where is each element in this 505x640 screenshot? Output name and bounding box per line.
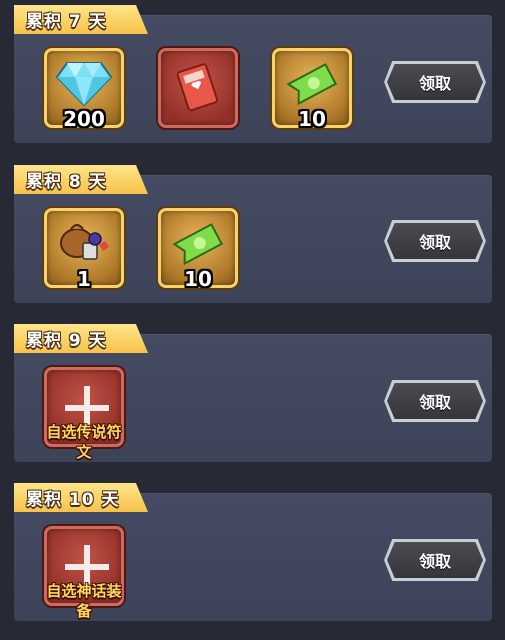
reward-title-tab: 累积 9 天 <box>14 324 148 353</box>
reward-item-diamond[interactable]: 200 <box>44 48 124 131</box>
reward-item-select-mythic-gear[interactable]: 自选神话装备 <box>44 526 124 620</box>
item-quantity: 200 <box>63 107 105 131</box>
item-select-label: 自选神话装备 <box>46 582 122 620</box>
claim-button[interactable]: 领取 <box>384 539 486 581</box>
green-ticket-icon <box>172 223 224 266</box>
item-select-label: 自选传说符文 <box>46 423 122 461</box>
diamond-icon <box>55 62 113 107</box>
reward-title-tab: 累积 8 天 <box>14 165 148 194</box>
treasure-bag-icon <box>60 224 109 260</box>
reward-item-select-legendary-rune[interactable]: 自选传说符文 <box>44 367 124 461</box>
reward-title: 累积 7 天 <box>26 12 107 32</box>
claim-button-label: 领取 <box>418 233 451 252</box>
green-ticket-icon <box>286 63 338 106</box>
claim-button[interactable]: 领取 <box>384 380 486 422</box>
claim-button-label: 领取 <box>418 552 451 571</box>
reward-item-red-ticket[interactable] <box>158 48 238 128</box>
claim-button[interactable]: 领取 <box>384 220 486 262</box>
red-ticket-icon <box>176 63 219 112</box>
reward-item-green-ticket[interactable]: 10 <box>158 208 238 291</box>
item-quantity: 10 <box>298 107 326 131</box>
claim-button[interactable]: 领取 <box>384 61 486 103</box>
reward-title: 累积 9 天 <box>26 331 107 351</box>
item-quantity: 1 <box>77 267 91 291</box>
item-quantity: 10 <box>184 267 212 291</box>
claim-button-label: 领取 <box>418 74 451 93</box>
reward-item-treasure-bag[interactable]: 1 <box>44 208 124 291</box>
claim-button-label: 领取 <box>418 393 451 412</box>
reward-title-tab: 累积 10 天 <box>14 483 148 512</box>
reward-title-tab: 累积 7 天 <box>14 5 148 34</box>
reward-item-green-ticket[interactable]: 10 <box>272 48 352 131</box>
reward-title: 累积 10 天 <box>26 490 120 510</box>
reward-title: 累积 8 天 <box>26 172 107 192</box>
